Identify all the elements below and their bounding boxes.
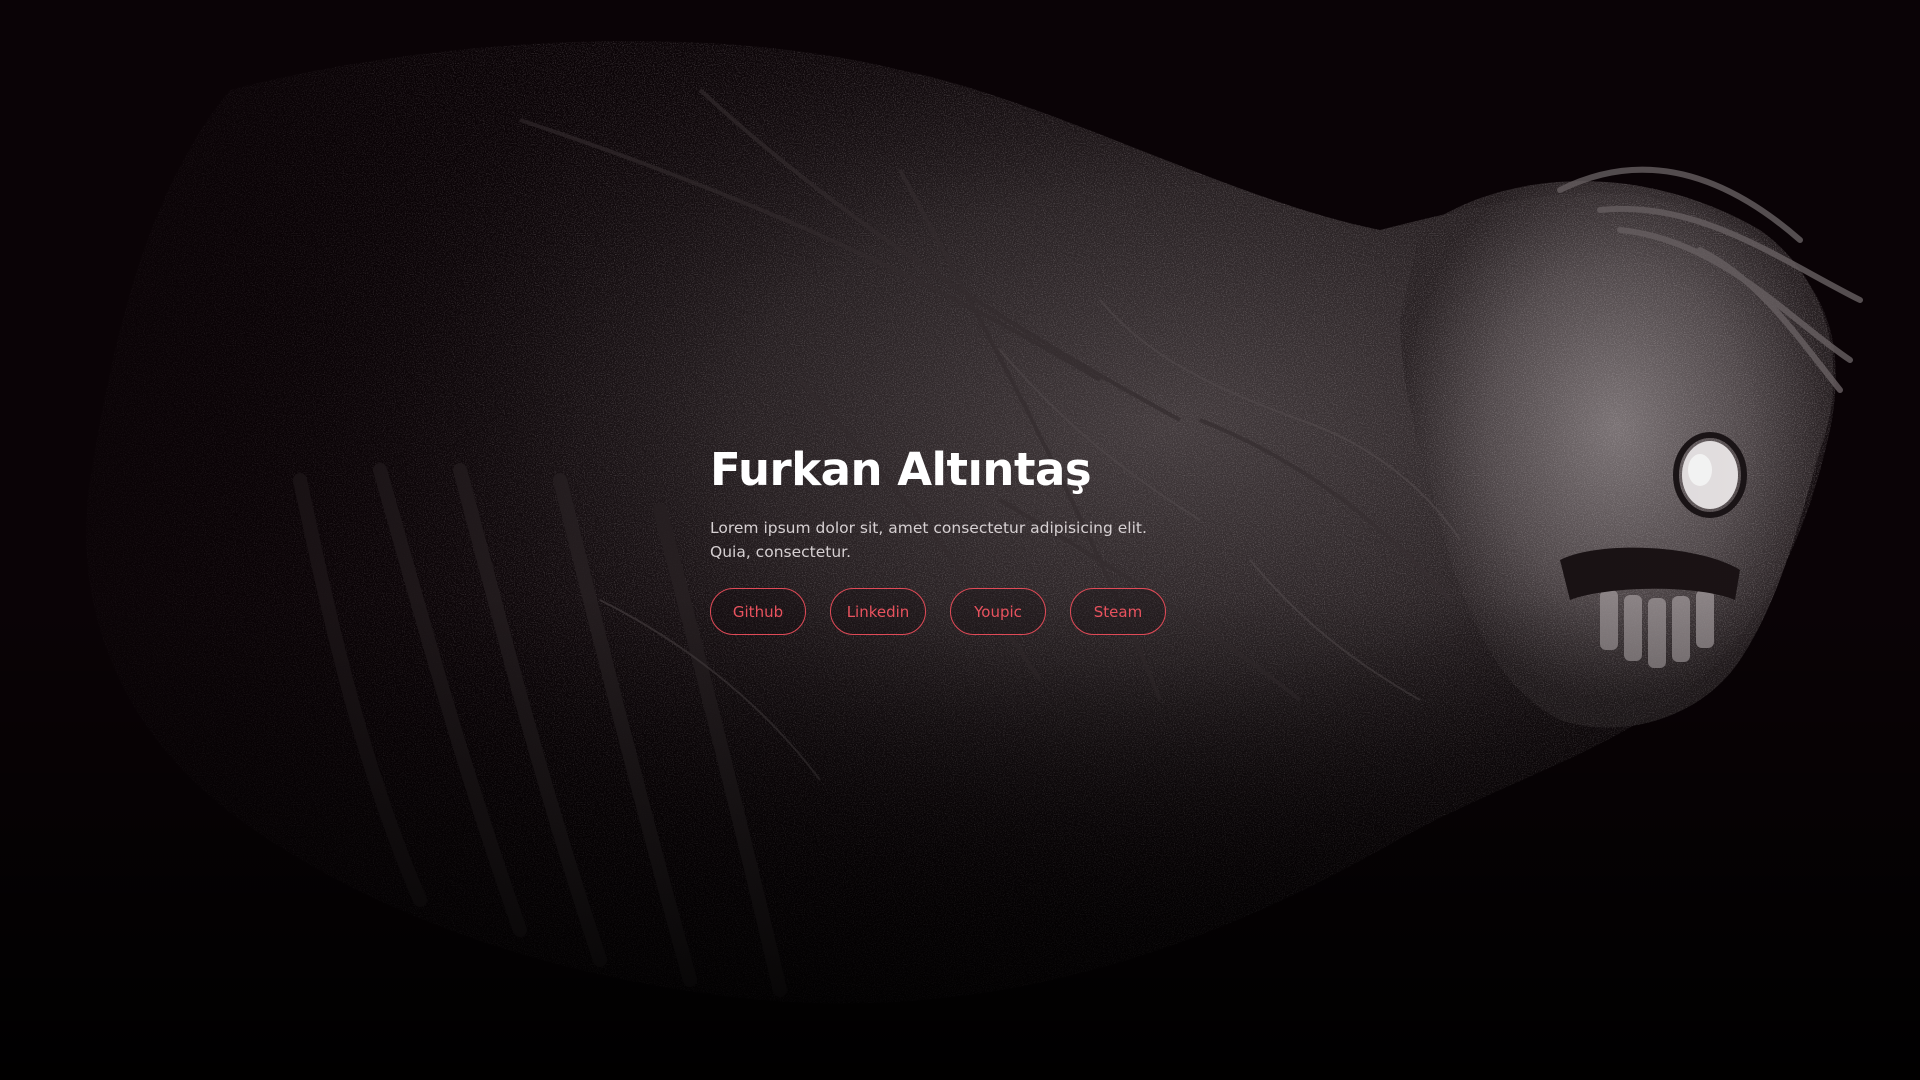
social-links: Github Linkedin Youpic Steam bbox=[710, 588, 1170, 635]
hero-content: Furkan Altıntaş Lorem ipsum dolor sit, a… bbox=[710, 440, 1170, 635]
page: Furkan Altıntaş Lorem ipsum dolor sit, a… bbox=[0, 0, 1920, 1080]
youpic-button[interactable]: Youpic bbox=[950, 588, 1046, 635]
linkedin-button[interactable]: Linkedin bbox=[830, 588, 926, 635]
steam-button[interactable]: Steam bbox=[1070, 588, 1166, 635]
page-title: Furkan Altıntaş bbox=[710, 443, 1092, 496]
hero-description: Lorem ipsum dolor sit, amet consectetur … bbox=[710, 519, 1147, 561]
github-button[interactable]: Github bbox=[710, 588, 806, 635]
